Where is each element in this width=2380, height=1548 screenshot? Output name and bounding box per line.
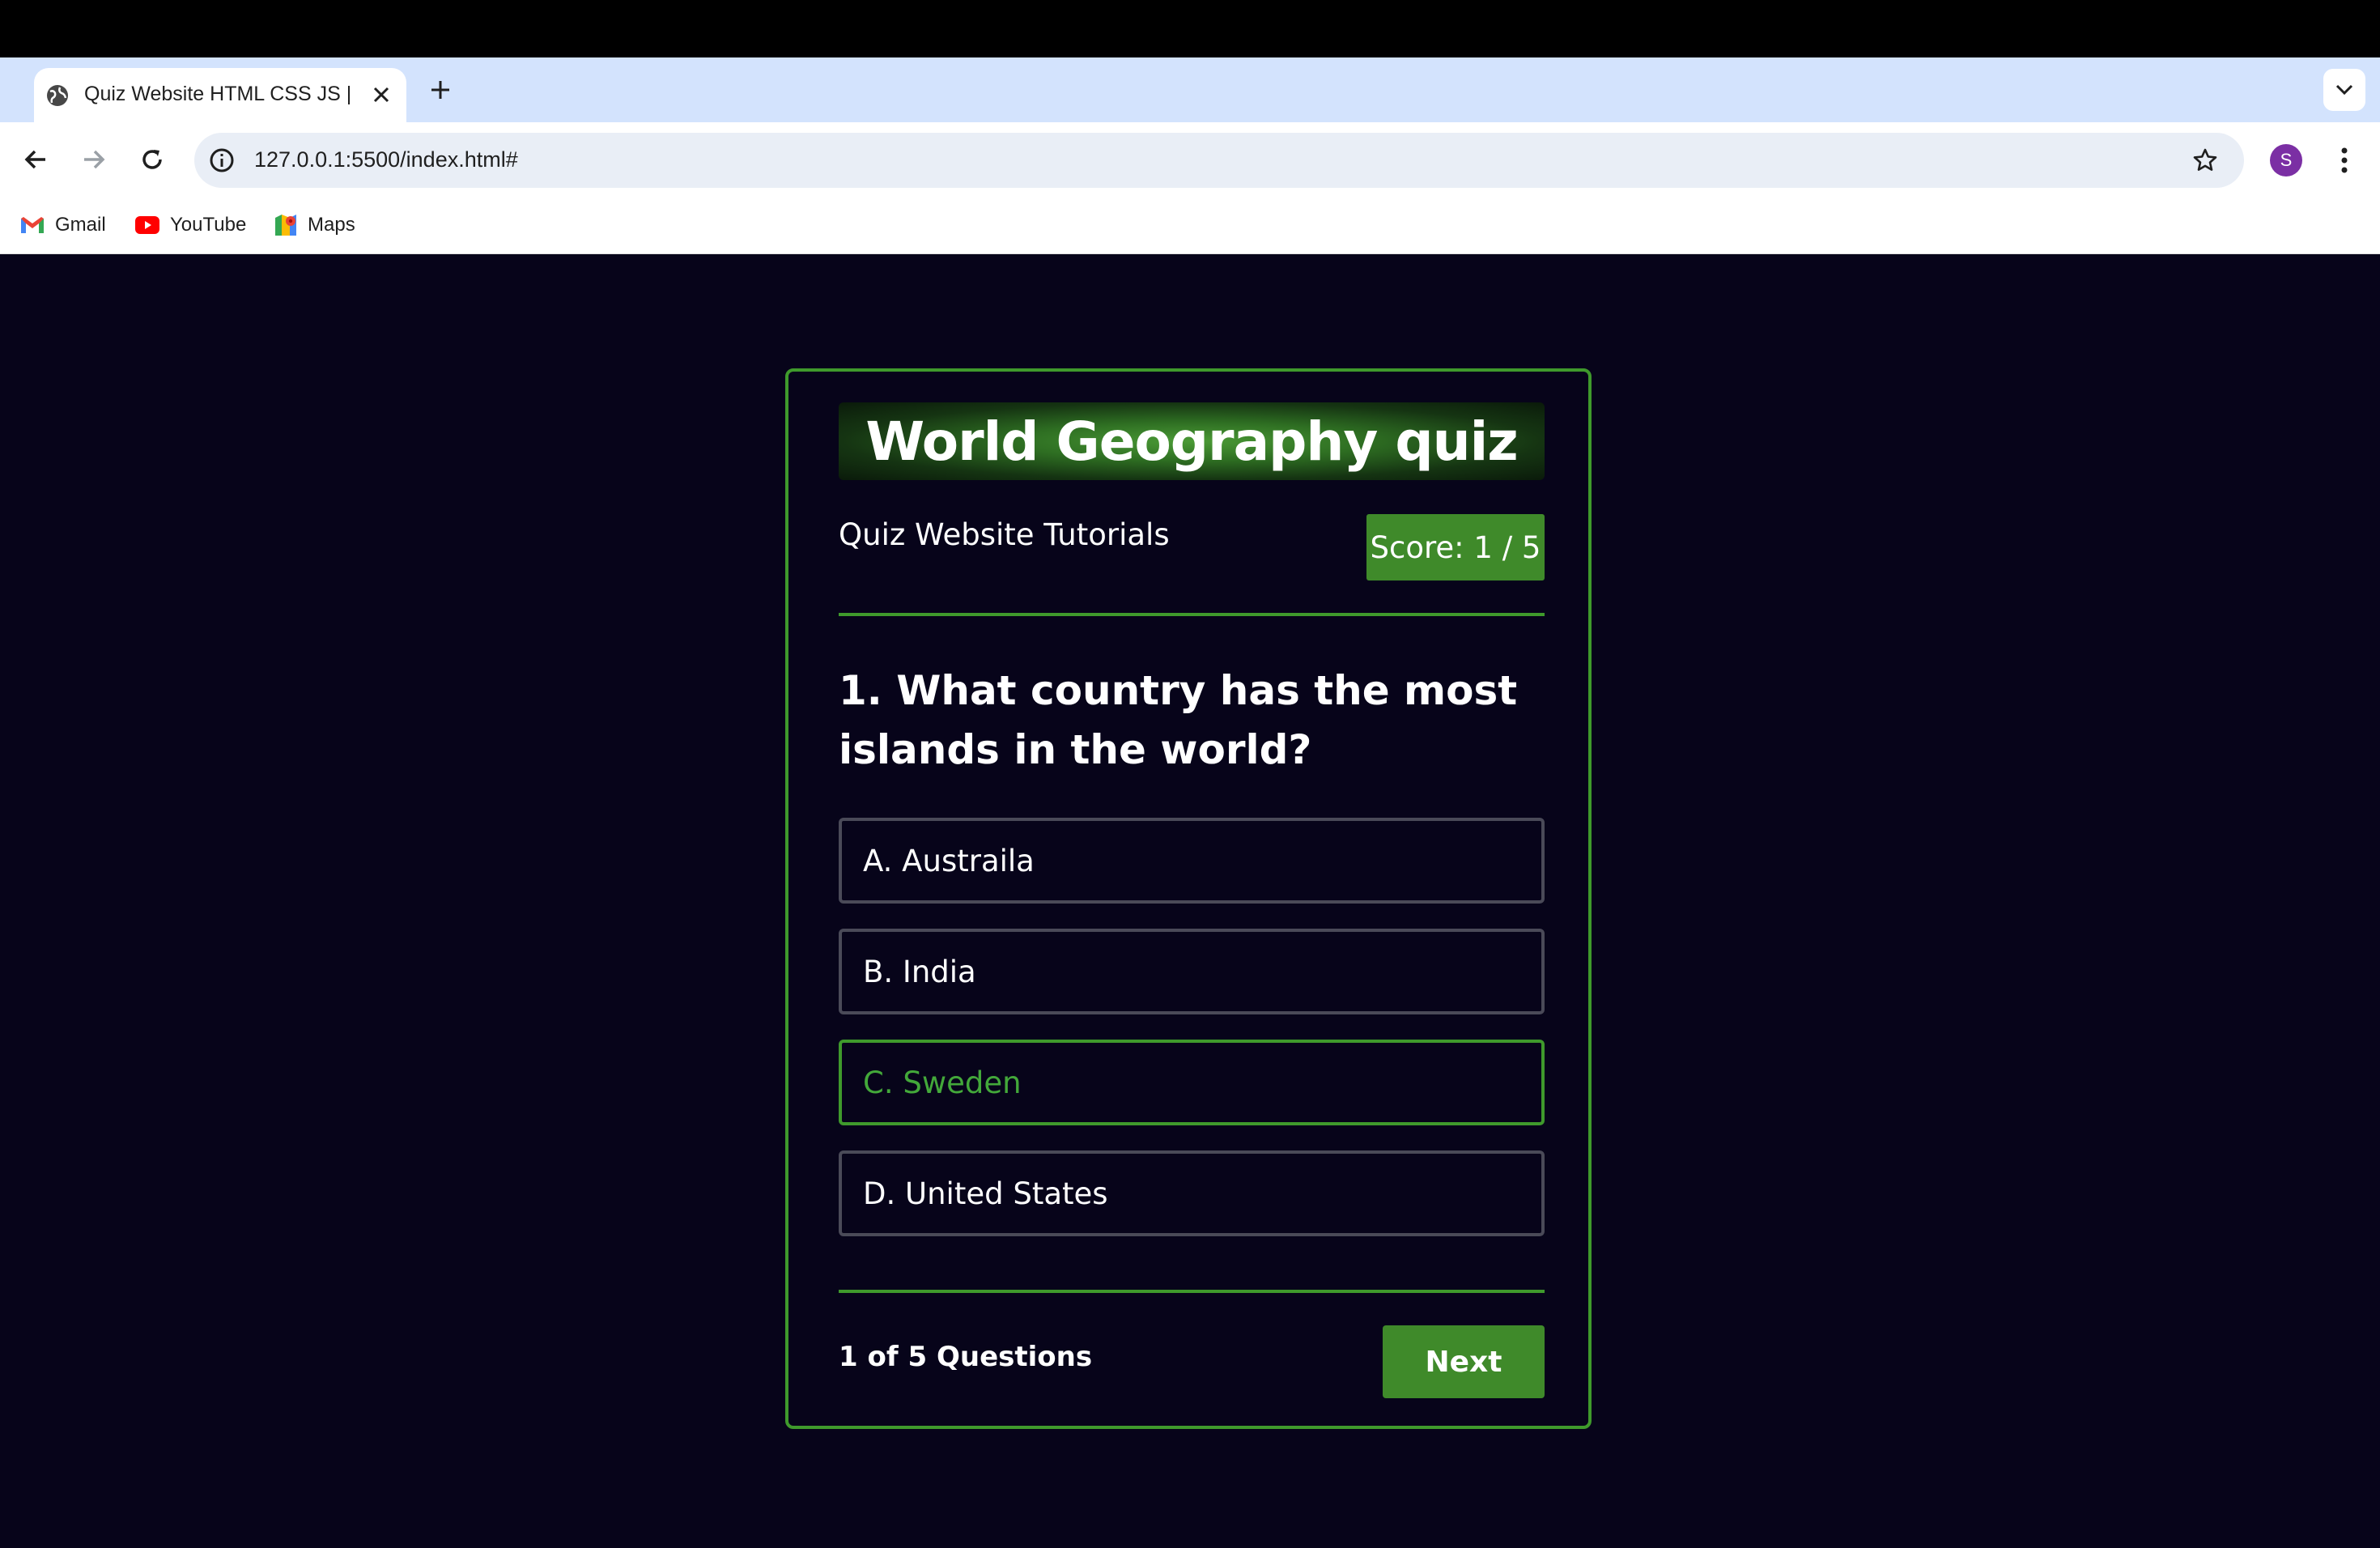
quiz-title: World Geography quiz [839, 402, 1545, 480]
globe-icon [45, 83, 70, 108]
bookmark-maps[interactable]: Maps [274, 211, 355, 240]
next-button[interactable]: Next [1383, 1325, 1545, 1398]
tab-search-button[interactable] [2323, 69, 2365, 111]
score-badge: Score: 1 / 5 [1366, 514, 1545, 580]
star-icon[interactable] [2187, 142, 2223, 178]
answer-option-b[interactable]: B. India [839, 929, 1545, 1014]
bookmark-label: Maps [308, 214, 355, 236]
chevron-down-icon [2335, 84, 2353, 96]
profile-avatar[interactable]: S [2270, 144, 2302, 176]
bookmark-label: YouTube [170, 214, 247, 236]
page-content: World Geography quiz Quiz Website Tutori… [0, 254, 2380, 1548]
reload-button[interactable] [131, 138, 173, 181]
maps-icon [275, 215, 296, 236]
bookmark-gmail[interactable]: Gmail [19, 211, 106, 240]
bookmark-youtube[interactable]: YouTube [134, 211, 246, 240]
new-tab-button[interactable] [423, 72, 458, 108]
bookmark-label: Gmail [55, 214, 106, 236]
reload-icon [142, 150, 162, 169]
answer-option-a[interactable]: A. Austraila [839, 818, 1545, 904]
quiz-card: World Geography quiz Quiz Website Tutori… [785, 368, 1592, 1429]
back-button[interactable] [15, 138, 57, 181]
tab-title: Quiz Website HTML CSS JS | [84, 83, 351, 105]
url-text: 127.0.0.1:5500/index.html# [254, 147, 518, 172]
gmail-icon [21, 217, 44, 233]
plus-icon [431, 81, 449, 99]
screen-top-bar [0, 0, 2380, 57]
browser-toolbar: 127.0.0.1:5500/index.html# S [0, 122, 2380, 198]
forward-button[interactable] [73, 138, 115, 181]
question-progress: 1 of 5 Questions [839, 1341, 1093, 1373]
info-icon[interactable] [206, 144, 238, 176]
quiz-subtitle: Quiz Website Tutorials [839, 517, 1170, 552]
question-text: 1. What country has the most islands in … [839, 667, 1518, 773]
bookmarks-bar: Gmail YouTube Maps [0, 198, 2380, 254]
close-icon[interactable] [366, 79, 397, 110]
arrow-left-icon [24, 150, 45, 169]
header-divider [839, 613, 1545, 616]
answer-option-c[interactable]: C. Sweden [839, 1040, 1545, 1125]
answer-option-d[interactable]: D. United States [839, 1150, 1545, 1236]
footer-divider [839, 1290, 1545, 1293]
address-bar[interactable]: 127.0.0.1:5500/index.html# [194, 133, 2244, 188]
browser-tab-strip: Quiz Website HTML CSS JS | [0, 57, 2380, 122]
arrow-right-icon [84, 150, 105, 169]
kebab-menu-icon[interactable] [2328, 142, 2361, 179]
youtube-icon [135, 216, 159, 234]
browser-tab[interactable]: Quiz Website HTML CSS JS | [34, 68, 406, 122]
